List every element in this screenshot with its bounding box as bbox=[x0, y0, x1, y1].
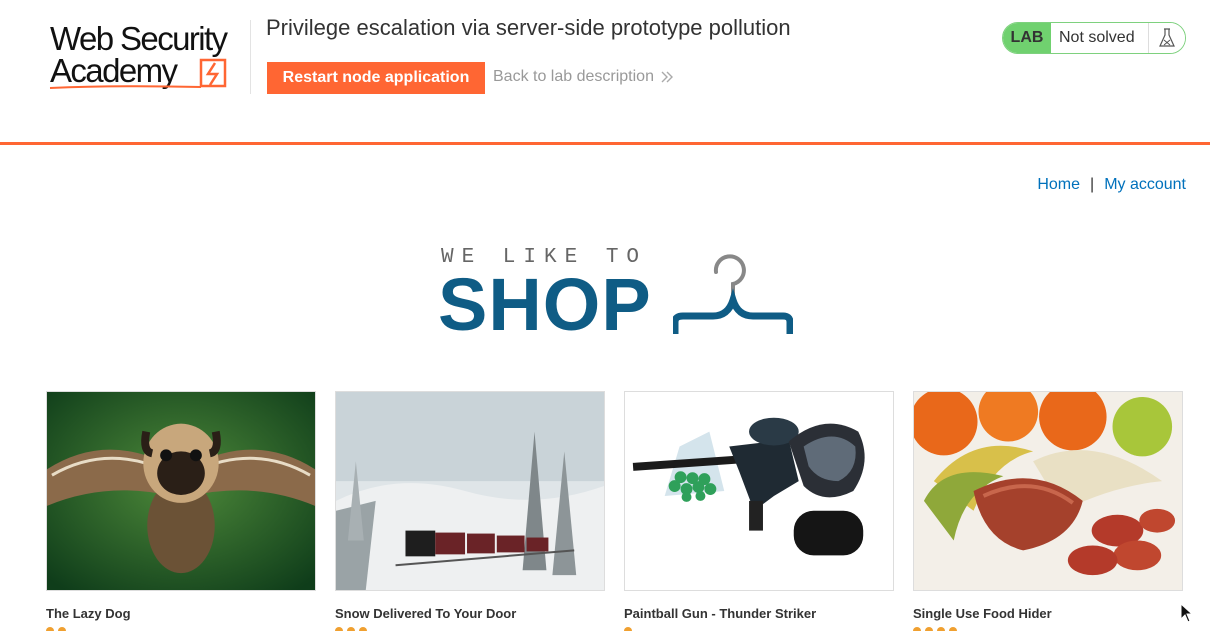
nav-separator: | bbox=[1090, 176, 1095, 193]
lab-badge: LAB bbox=[1003, 23, 1051, 53]
product-name[interactable]: Snow Delivered To Your Door bbox=[335, 606, 605, 621]
lab-status-text: Not solved bbox=[1051, 23, 1149, 53]
lab-status-widget: LAB Not solved bbox=[1002, 22, 1186, 54]
home-link[interactable]: Home bbox=[1037, 176, 1080, 194]
product-rating bbox=[335, 627, 605, 631]
product-rating bbox=[624, 627, 894, 631]
logo-line1: Web Security bbox=[50, 20, 228, 57]
back-link-label: Back to lab description bbox=[493, 68, 654, 85]
product-card[interactable]: Single Use Food Hider bbox=[913, 391, 1183, 631]
lab-title: Privilege escalation via server-side pro… bbox=[266, 15, 791, 40]
header-divider bbox=[250, 20, 251, 94]
academy-header: Web Security Academy Privilege escalatio… bbox=[0, 0, 1210, 145]
logo-underline bbox=[49, 85, 202, 89]
product-name[interactable]: Paintball Gun - Thunder Striker bbox=[624, 606, 894, 621]
product-name[interactable]: Single Use Food Hider bbox=[913, 606, 1183, 621]
hanger-icon bbox=[673, 254, 793, 334]
product-rating bbox=[46, 627, 316, 631]
web-security-academy-logo[interactable]: Web Security Academy bbox=[48, 20, 248, 94]
flying-pug-image[interactable] bbox=[46, 391, 316, 591]
food-hider-image[interactable] bbox=[913, 391, 1183, 591]
double-chevron-right-icon bbox=[661, 71, 673, 83]
product-card[interactable]: Snow Delivered To Your Door bbox=[335, 391, 605, 631]
top-navigation: Home | My account bbox=[1037, 176, 1186, 194]
restart-node-application-button[interactable]: Restart node application bbox=[267, 62, 485, 94]
back-to-lab-description-link[interactable]: Back to lab description bbox=[493, 68, 674, 86]
paintball-gun-image[interactable] bbox=[624, 391, 894, 591]
product-card[interactable]: The Lazy Dog bbox=[46, 391, 316, 631]
mouse-cursor-icon bbox=[1180, 603, 1194, 623]
banner-title: SHOP bbox=[438, 263, 652, 346]
product-card[interactable]: Paintball Gun - Thunder Striker bbox=[624, 391, 894, 631]
product-rating bbox=[913, 627, 1183, 631]
logo-line2: Academy bbox=[50, 52, 178, 89]
my-account-link[interactable]: My account bbox=[1104, 176, 1186, 194]
product-name[interactable]: The Lazy Dog bbox=[46, 606, 316, 621]
flask-icon bbox=[1149, 23, 1185, 53]
snow-train-image[interactable] bbox=[335, 391, 605, 591]
shop-banner: WE LIKE TO SHOP bbox=[438, 240, 798, 346]
logo-lightning-icon bbox=[199, 58, 227, 88]
